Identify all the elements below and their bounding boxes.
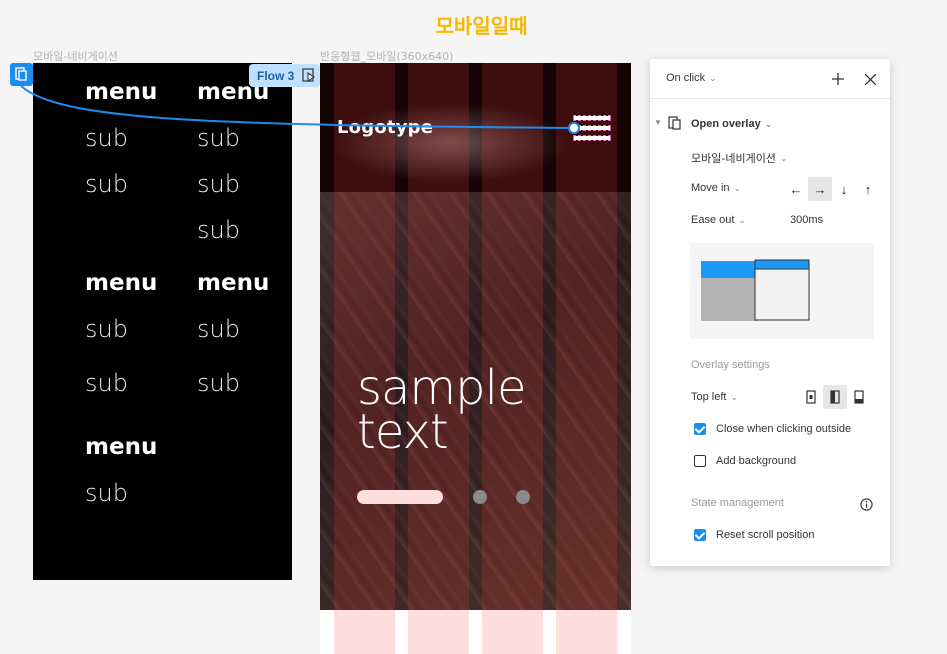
- flow-badge[interactable]: Flow 3: [249, 64, 320, 87]
- animation-preview: [690, 243, 874, 339]
- duration-input[interactable]: 300ms: [790, 214, 823, 226]
- nav-menu-1: menu: [85, 79, 158, 105]
- direction-down-button[interactable]: ↓: [832, 177, 856, 201]
- direction-left-button[interactable]: ←: [784, 177, 808, 201]
- logo[interactable]: Logotype: [337, 117, 433, 138]
- add-background-label: Add background: [716, 455, 797, 467]
- nav-menu-5: menu: [85, 434, 158, 460]
- frame-label-navigation[interactable]: 모바일-네비게이션: [33, 48, 118, 64]
- caret-down-icon: ▼: [654, 118, 662, 127]
- chevron-down-icon: ⌄: [733, 182, 742, 193]
- position-dropdown[interactable]: Top left ⌄: [691, 391, 738, 403]
- nav-menu-4: menu: [197, 270, 270, 296]
- direction-up-button[interactable]: ↑: [856, 177, 880, 201]
- content-block: [556, 610, 617, 654]
- destination-label: 모바일-네비게이션: [691, 152, 776, 165]
- easing-label: Ease out: [691, 214, 735, 226]
- info-icon[interactable]: [855, 493, 877, 515]
- flow-label: Flow 3: [257, 68, 295, 83]
- nav-sub-4-2: sub: [197, 369, 240, 397]
- content-block: [334, 610, 395, 654]
- layout-grid-column: [334, 63, 395, 654]
- layout-grid-column: [556, 63, 617, 654]
- plus-icon[interactable]: [827, 68, 849, 90]
- layout-grid-column: [482, 63, 543, 654]
- action-dropdown[interactable]: Open overlay ⌄: [691, 118, 772, 130]
- nav-menu-3: menu: [85, 270, 158, 296]
- overlay-settings-title: Overlay settings: [691, 359, 770, 371]
- nav-sub-3-2: sub: [85, 369, 128, 397]
- chevron-down-icon: ⌄: [709, 72, 717, 83]
- trigger-label: On click: [666, 72, 706, 84]
- chevron-down-icon: ⌄: [730, 391, 739, 402]
- chevron-down-icon: ⌄: [779, 152, 788, 163]
- slider-indicator-active[interactable]: [357, 490, 443, 504]
- trigger-dropdown[interactable]: On click ⌄: [666, 72, 717, 84]
- duration-value: 300ms: [790, 214, 824, 226]
- nav-sub-2-3: sub: [197, 216, 240, 244]
- close-outside-option[interactable]: Close when clicking outside: [694, 423, 851, 435]
- animation-label: Move in: [691, 182, 730, 194]
- animation-dropdown[interactable]: Move in ⌄: [691, 182, 741, 194]
- frame-label-web-mobile[interactable]: 반응형웹_모바일(360x640): [320, 48, 453, 64]
- chevron-down-icon: ⌄: [764, 118, 773, 129]
- destination-dropdown[interactable]: 모바일-네비게이션 ⌄: [691, 150, 787, 166]
- interaction-panel: On click ⌄ ▼ Open overlay ⌄ 모바일-네비게이션 ⌄ …: [650, 59, 890, 566]
- nav-sub-3-1: sub: [85, 315, 128, 343]
- position-label: Top left: [691, 391, 727, 403]
- easing-dropdown[interactable]: Ease out ⌄: [691, 214, 746, 226]
- layout-grid-column: [408, 63, 469, 654]
- chevron-down-icon: ⌄: [738, 214, 746, 225]
- play-icon[interactable]: [302, 68, 316, 82]
- direction-right-button[interactable]: →: [808, 177, 832, 201]
- close-outside-checkbox[interactable]: [694, 423, 706, 435]
- add-background-option[interactable]: Add background: [694, 455, 796, 467]
- slider-indicator-dot[interactable]: [473, 490, 487, 504]
- action-label: Open overlay: [691, 118, 761, 130]
- reset-scroll-checkbox[interactable]: [694, 529, 706, 541]
- position-left-icon[interactable]: [823, 385, 847, 409]
- page-title: 모바일일때: [435, 14, 528, 38]
- nav-sub-2-1: sub: [197, 124, 240, 152]
- overlay-frame-icon[interactable]: [10, 63, 33, 86]
- close-outside-label: Close when clicking outside: [716, 423, 852, 435]
- panel-header: On click ⌄: [650, 59, 890, 99]
- navigation-frame[interactable]: menu menu sub sub sub sub sub menu menu …: [33, 63, 292, 580]
- nav-sub-2-2: sub: [197, 170, 240, 198]
- reset-scroll-label: Reset scroll position: [716, 529, 815, 541]
- overlay-action-icon: [668, 116, 682, 130]
- reset-scroll-option[interactable]: Reset scroll position: [694, 529, 814, 541]
- content-block: [482, 610, 543, 654]
- add-background-checkbox[interactable]: [694, 455, 706, 467]
- nav-sub-1-2: sub: [85, 170, 128, 198]
- nav-sub-1-1: sub: [85, 124, 128, 152]
- content-block: [408, 610, 469, 654]
- web-mobile-frame[interactable]: Logotype sample text: [320, 63, 631, 654]
- position-center-icon[interactable]: [799, 385, 823, 409]
- nav-sub-5-1: sub: [85, 479, 128, 507]
- state-management-title: State management: [691, 497, 784, 509]
- action-collapse-toggle[interactable]: ▼: [654, 118, 662, 127]
- hero-text-line-2: text: [357, 404, 449, 460]
- position-bottom-icon[interactable]: [847, 385, 871, 409]
- close-icon[interactable]: [859, 68, 881, 90]
- hero-text: sample text: [357, 364, 527, 460]
- nav-sub-4-1: sub: [197, 315, 240, 343]
- slider-indicator-dot[interactable]: [516, 490, 530, 504]
- hamburger-icon[interactable]: [573, 115, 611, 141]
